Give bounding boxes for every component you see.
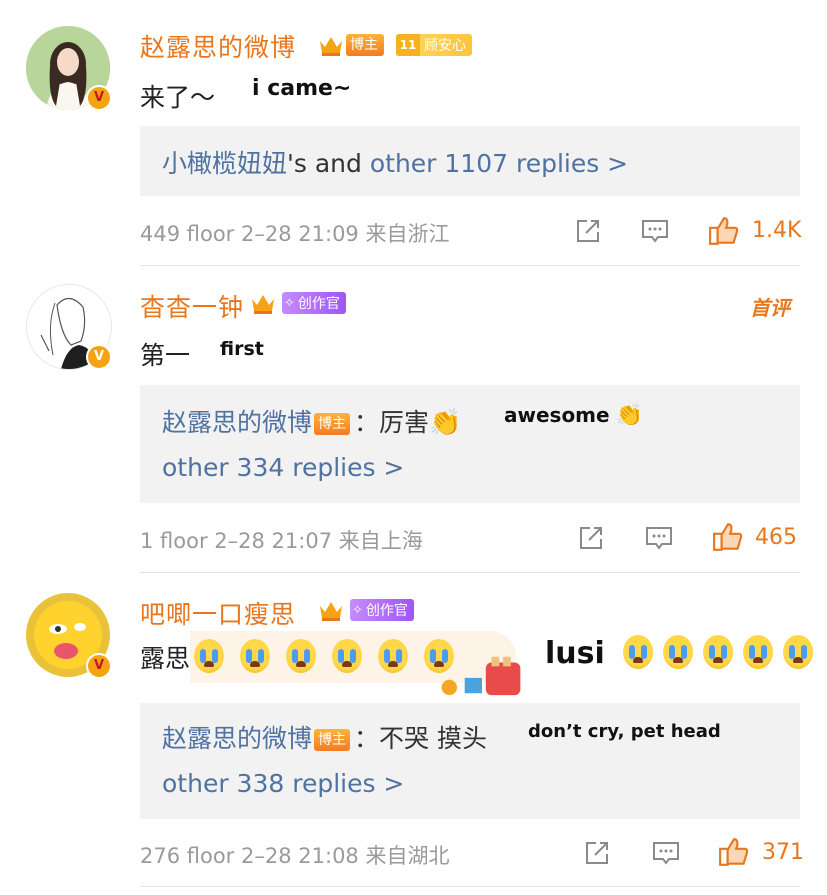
verified-badge-icon: V [86, 85, 112, 111]
comment-text: 露思 [140, 639, 458, 675]
creator-label: 创作官 [297, 296, 340, 312]
location: 来自浙江 [365, 222, 450, 246]
more-replies-link[interactable]: other 334 replies > [162, 453, 404, 482]
location: 来自上海 [338, 529, 423, 553]
comment-item: V 吧唧一口瘦思 ✧ 创作官 露思 lusi 赵露思的微博 博主 ：不哭 摸头 do… [0, 573, 827, 895]
fan-label: 顾安心 [424, 38, 466, 54]
reply-preview[interactable]: 小橄榄妞妞's and other 1107 replies > [140, 126, 800, 196]
timestamp: 2–28 21:08 [241, 844, 359, 868]
thumbs-up-icon[interactable] [711, 521, 745, 553]
user-badges: ✧ 创作官 [318, 598, 414, 622]
creator-label: 创作官 [365, 603, 408, 619]
reply-translation: awesome [504, 403, 610, 427]
more-replies-link[interactable]: other 1107 replies > [370, 149, 628, 178]
user-badges: 博主 11 顾安心 [318, 33, 472, 57]
clapping-emoji-icon: 👏 [429, 408, 462, 438]
reply-user[interactable]: 小橄榄妞妞 [162, 149, 287, 178]
reply-user[interactable]: 赵露思的微博 [162, 724, 312, 753]
breakfast-sticker-icon [441, 656, 521, 696]
comment-meta: 1 floor 2–28 21:07 来自上海 [140, 525, 423, 555]
like-count: 1.4K [752, 218, 802, 243]
crown-icon [320, 37, 342, 56]
more-replies-link[interactable]: other 338 replies > [162, 769, 404, 798]
share-icon[interactable] [573, 216, 603, 246]
reply-preview[interactable]: 赵露思的微博 博主 ：不哭 摸头 don’t cry, pet head other… [140, 703, 800, 819]
floor-number: 276 floor [140, 844, 235, 868]
comment-text: 第一 [140, 341, 191, 370]
floor-number: 1 floor [140, 529, 208, 553]
like-count: 465 [755, 525, 797, 550]
crown-icon [320, 602, 342, 621]
location: 来自湖北 [365, 844, 450, 868]
comment-icon[interactable] [651, 838, 681, 868]
translation-overlay: i came~ [252, 76, 352, 101]
boss-tag: 博主 [346, 34, 384, 56]
reply-text: ：不哭 摸头 [354, 724, 487, 753]
username[interactable]: 杳杳一钟 [140, 288, 244, 324]
first-comment-tag: 首评 [750, 296, 790, 320]
reply-preview[interactable]: 赵露思的微博 博主 ：厉害👏 awesome 👏 other 334 replies … [140, 385, 800, 503]
creator-badge: ✧ 创作官 [350, 599, 414, 621]
username[interactable]: 赵露思的微博 [140, 28, 296, 64]
reply-line: 赵露思的微博 博主 ：不哭 摸头 [162, 719, 487, 755]
divider [140, 886, 800, 887]
translation-overlay: awesome 👏 [504, 403, 643, 428]
thumbs-up-icon[interactable] [717, 836, 751, 868]
reply-suffix: 's and [287, 149, 370, 178]
username[interactable]: 吧唧一口瘦思 [140, 595, 296, 631]
comment-meta: 276 floor 2–28 21:08 来自湖北 [140, 840, 449, 870]
thumbs-up-icon[interactable] [707, 215, 741, 247]
timestamp: 2–28 21:09 [241, 222, 359, 246]
reply-user[interactable]: 赵露思的微博 [162, 408, 312, 437]
boss-tag: 博主 [314, 413, 351, 435]
share-icon[interactable] [582, 838, 612, 868]
creator-badge: ✧ 创作官 [282, 292, 346, 314]
like-count: 371 [762, 840, 804, 865]
comment-icon[interactable] [640, 216, 670, 246]
crown-icon [252, 295, 274, 314]
boss-tag: 博主 [314, 729, 351, 751]
comment-text: 来了～ [140, 83, 216, 112]
floor-number: 449 floor [140, 222, 235, 246]
crying-emoji-icon [194, 639, 458, 673]
comment-item: V 赵露思的微博 博主 11 顾安心 来了～ i came~ 小橄榄妞妞's a… [0, 0, 827, 265]
creator-icon: ✧ [284, 295, 295, 311]
translation-overlay: lusi [545, 635, 817, 671]
crying-emoji-icon [623, 635, 817, 671]
translation-overlay: don’t cry, pet head [528, 721, 721, 742]
fan-badge[interactable]: 11 顾安心 [396, 34, 472, 56]
share-icon[interactable] [576, 523, 606, 553]
fan-level: 11 [396, 34, 420, 56]
translation-text: lusi [545, 636, 605, 671]
user-badges: ✧ 创作官 [250, 291, 346, 315]
timestamp: 2–28 21:07 [214, 529, 333, 553]
comment-meta: 449 floor 2–28 21:09 来自浙江 [140, 218, 449, 248]
reply-text: ：厉害 [354, 408, 430, 437]
reply-summary: 小橄榄妞妞's and other 1107 replies > [162, 144, 628, 180]
comment-text-value: 露思 [140, 644, 191, 673]
comment-icon[interactable] [644, 523, 674, 553]
comment-item: V 杳杳一钟 ✧ 创作官 首评 第一 first 赵露思的微博 博主 ：厉害👏 aw… [0, 266, 827, 572]
clapping-emoji-icon: 👏 [615, 403, 643, 428]
translation-overlay: first [220, 338, 264, 360]
verified-badge-icon: V [86, 653, 112, 679]
reply-line: 赵露思的微博 博主 ：厉害👏 [162, 403, 461, 439]
creator-icon: ✧ [352, 602, 363, 618]
verified-badge-icon: V [86, 344, 112, 370]
